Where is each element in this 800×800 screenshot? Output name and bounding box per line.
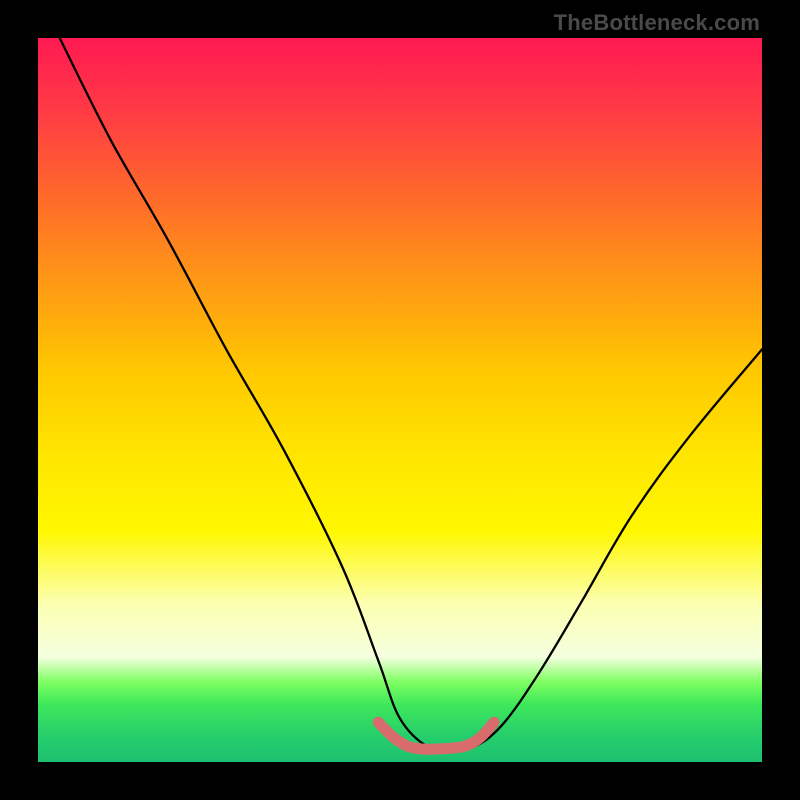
optimal-zone-marker <box>378 722 494 749</box>
chart-frame: TheBottleneck.com <box>0 0 800 800</box>
chart-svg <box>38 38 762 762</box>
plot-area <box>38 38 762 762</box>
watermark-text: TheBottleneck.com <box>554 10 760 36</box>
bottleneck-curve <box>60 38 762 750</box>
